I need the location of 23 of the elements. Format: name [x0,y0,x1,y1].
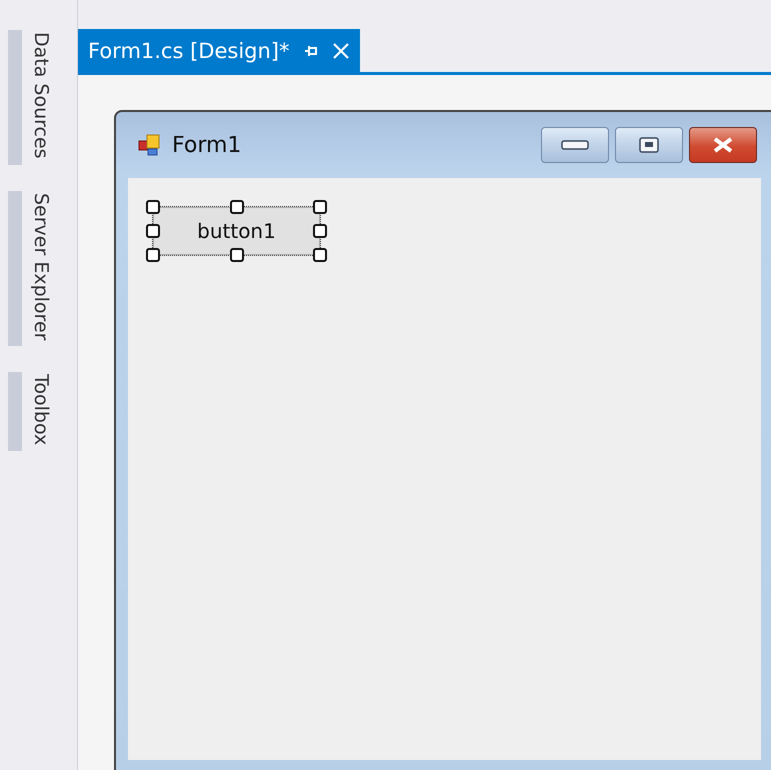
resize-handle[interactable] [146,200,160,214]
side-tab[interactable]: Server Explorer [8,190,52,346]
resize-handle[interactable] [146,248,160,262]
maximize-button[interactable] [615,127,683,163]
resize-handle[interactable] [230,200,244,214]
minimize-button[interactable] [541,127,609,163]
resize-handle[interactable] [146,224,160,238]
document-tab[interactable]: Form1.cs [Design]* [78,29,360,72]
maximize-icon [639,137,659,153]
close-button[interactable] [689,127,757,163]
close-icon[interactable] [332,42,350,60]
resize-handle[interactable] [313,224,327,238]
form-title: Form1 [172,132,242,158]
design-button[interactable]: button1 [153,207,320,255]
side-tab[interactable]: Data Sources [8,30,52,165]
resize-handle[interactable] [313,248,327,262]
close-icon [711,136,735,154]
minimize-icon [561,140,589,150]
form-icon [138,133,162,157]
pin-icon[interactable] [304,44,318,56]
resize-handle[interactable] [230,248,244,262]
side-tab[interactable]: Toolbox [8,372,52,452]
resize-handle[interactable] [313,200,327,214]
